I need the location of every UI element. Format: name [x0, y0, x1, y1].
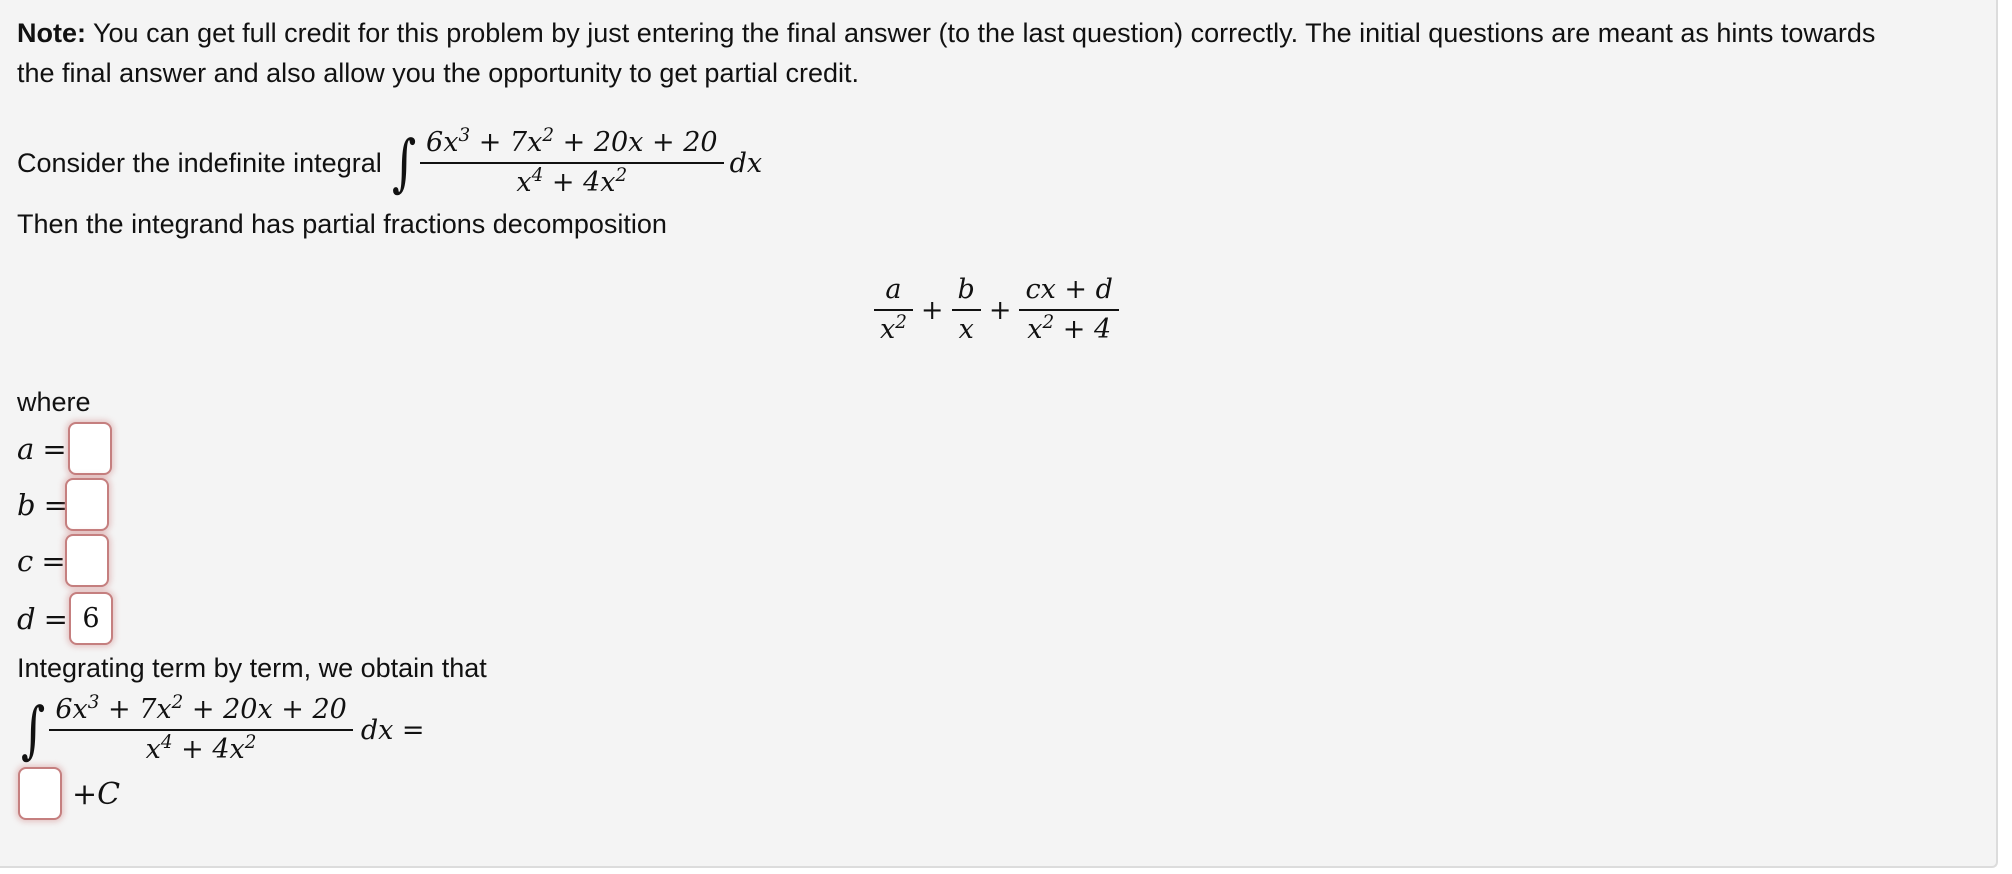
label-a: a = — [17, 432, 67, 466]
differential: dx — [729, 147, 763, 179]
where-text: where — [17, 387, 91, 417]
input-antiderivative[interactable] — [18, 767, 62, 820]
integrand-numerator: 6x3 + 7x2 + 20x + 20 — [426, 125, 718, 159]
integral-result-statement: ∫ 6x3 + 7x2 + 20x + 20 x4 + 4x2 dx = — [17, 685, 425, 775]
integrating-text: Integrating term by term, we obtain that — [17, 653, 487, 683]
input-b[interactable] — [65, 478, 109, 531]
constant-of-integration: +C — [72, 777, 121, 812]
consider-text: Consider the indefinite integral — [17, 148, 382, 178]
note-label: Note: — [17, 18, 86, 48]
note-line-1: Note: You can get full credit for this p… — [17, 13, 1875, 53]
term-a: a x2 — [874, 271, 913, 349]
note-text-1: You can get full credit for this problem… — [86, 18, 1876, 48]
problem-panel: Note: You can get full credit for this p… — [0, 0, 1998, 868]
note-line-2: the final answer and also allow you the … — [17, 58, 859, 88]
term-b: b x — [951, 271, 981, 349]
plus-sign: + — [920, 294, 944, 326]
integral-sign: ∫ — [21, 693, 46, 766]
plus-sign: + — [988, 294, 1012, 326]
input-a[interactable] — [68, 422, 112, 475]
term-cd: cx + d x2 + 4 — [1019, 271, 1119, 349]
input-c[interactable] — [65, 534, 109, 587]
label-d: d = — [17, 602, 68, 636]
integrand-fraction: 6x3 + 7x2 + 20x + 20 x4 + 4x2 — [49, 691, 353, 769]
integrand-denominator: x4 + 4x2 — [516, 164, 628, 198]
input-d[interactable]: 6 — [69, 592, 113, 645]
integrand-fraction: 6x3 + 7x2 + 20x + 20 x4 + 4x2 — [420, 124, 724, 202]
label-b: b = — [17, 488, 68, 522]
label-c: c = — [17, 544, 66, 578]
differential-equals: dx = — [360, 714, 425, 746]
integral-sign: ∫ — [391, 126, 417, 199]
integral-statement: Consider the indefinite integral ∫ 6x3 +… — [17, 113, 762, 213]
then-text: Then the integrand has partial fractions… — [17, 209, 667, 239]
partial-fractions-decomposition: a x2 + b x + cx + d x2 + 4 — [874, 270, 1119, 350]
